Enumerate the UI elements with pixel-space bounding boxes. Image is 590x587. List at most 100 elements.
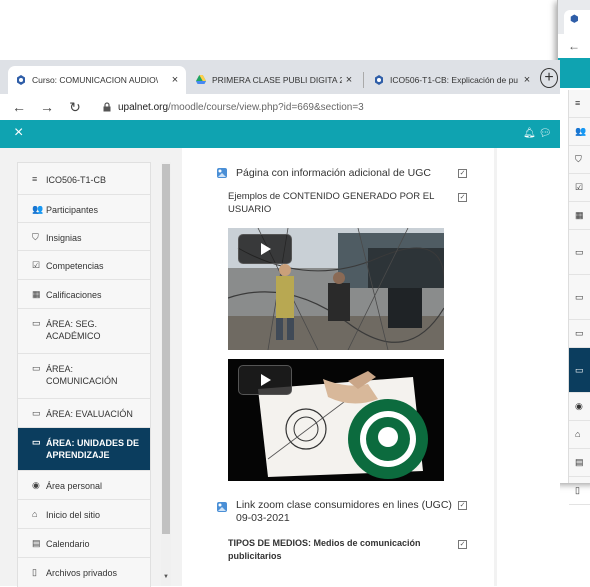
page-resource-icon: [217, 168, 227, 178]
label-title: Ejemplos de CONTENIDO GENERADO POR EL US…: [228, 191, 435, 215]
sidebar-item-calificaciones[interactable]: ▦ Calificaciones: [18, 280, 150, 309]
forward-arrow-icon[interactable]: →: [38, 99, 56, 115]
address-bar: ← → ↻ upalnet.org/moodle/course/view.php…: [0, 94, 560, 120]
sidebar-item-label: Área personal: [46, 481, 103, 491]
folder-icon: ▭: [32, 437, 41, 447]
completion-checkbox[interactable]: ✓: [458, 169, 467, 178]
nav-drawer: ≡ ICO506-T1-CB 👥 Participantes ⛉ Insignias …: [17, 162, 151, 587]
sidebar-item-insignias[interactable]: ⛉ Insignias: [18, 223, 150, 251]
messages-icon[interactable]: 💬︎: [539, 128, 555, 139]
bg-sidebar-icon[interactable]: ⛉: [569, 146, 590, 174]
bg-tab[interactable]: ⬢: [564, 10, 590, 34]
sidebar-item-calendario[interactable]: ▤ Calendario: [18, 529, 150, 558]
sidebar-item-comunicacion[interactable]: ▭ ÁREA: COMUNICACIÓN: [18, 354, 150, 399]
bg-tab-strip: ⬢: [558, 0, 590, 34]
tab-strip: Curso: COMUNICACION AUDIO\ × PRIMERA CLA…: [0, 60, 560, 94]
sidebar-item-label: Insignias: [46, 233, 82, 243]
main-browser-window: Curso: COMUNICACION AUDIO\ × PRIMERA CLA…: [0, 60, 560, 587]
activity-page-info-ugc[interactable]: Página con información adicional de UGC …: [182, 166, 494, 184]
completion-checkbox[interactable]: ✓: [458, 193, 467, 202]
bg-sidebar-icon[interactable]: ☑: [569, 174, 590, 202]
label-tipos-de-medios: TIPOS DE MEDIOS: Medios de comunicación …: [182, 535, 494, 567]
bg-sidebar-icon[interactable]: ▭: [569, 275, 590, 320]
tab-ico506[interactable]: ICO506-T1-CB: Explicación de pu ×: [366, 66, 538, 94]
bg-sidebar-icon[interactable]: ▭: [569, 320, 590, 348]
completion-checkbox[interactable]: ✓: [458, 540, 467, 549]
url-path: /moodle/course/view.php?id=669&section=3: [168, 101, 364, 113]
background-browser-window: ⬢ ← ≡ 👥 ⛉ ☑ ▦ ▭ ▭ ▭ ▭ ◉ ⌂ ▤ ▯: [557, 0, 590, 505]
bg-sidebar-icon[interactable]: ▤: [569, 449, 590, 477]
sidebar-item-seg-academico[interactable]: ▭ ÁREA: SEG. ACADÉMICO: [18, 309, 150, 354]
new-tab-button[interactable]: +: [540, 68, 558, 88]
bg-sidebar-icon[interactable]: ⌂: [569, 421, 590, 449]
play-button[interactable]: [238, 365, 292, 395]
sidebar-item-competencias[interactable]: ☑ Competencias: [18, 251, 150, 280]
notification-bell-icon[interactable]: 🔔︎: [523, 128, 539, 139]
sidebar-item-area-personal[interactable]: ◉ Área personal: [18, 471, 150, 500]
sidebar-item-participantes[interactable]: 👥 Participantes: [18, 195, 150, 223]
sidebar-item-label: Inicio del sitio: [46, 510, 101, 520]
tab-primera-clase[interactable]: PRIMERA CLASE PUBLI DIGITA 2( ×: [188, 66, 360, 94]
sidebar-item-label: ÁREA: EVALUACIÓN: [46, 409, 133, 419]
bg-sidebar-icon[interactable]: ▭: [569, 348, 590, 393]
users-icon: 👥: [32, 204, 44, 214]
completion-checkbox[interactable]: ✓: [458, 501, 467, 510]
close-tab-icon[interactable]: ×: [342, 74, 356, 86]
sidebar-item-label: Calificaciones: [46, 290, 102, 300]
moodle-tab-icon: [375, 75, 383, 85]
sidebar-item-course[interactable]: ≡ ICO506-T1-CB: [18, 163, 150, 195]
sidebar-item-inicio-sitio[interactable]: ⌂ Inicio del sitio: [18, 500, 150, 529]
sidebar-scrollbar-thumb[interactable]: [162, 164, 170, 534]
url-resource-icon: [217, 502, 227, 512]
calendar-icon: ▤: [32, 538, 41, 548]
tab-label: PRIMERA CLASE PUBLI DIGITA 2(: [212, 75, 342, 85]
bg-sidebar-icon[interactable]: ▦: [569, 202, 590, 230]
sidebar-item-label: Competencias: [46, 261, 104, 271]
url-field[interactable]: upalnet.org/moodle/course/view.php?id=66…: [118, 102, 364, 113]
checkbox-icon: ☑: [32, 260, 41, 270]
close-tab-icon[interactable]: ×: [520, 74, 534, 86]
folder-icon: ▭: [32, 408, 41, 418]
google-drive-icon: [196, 75, 206, 84]
moodle-tab-icon: ⬢: [570, 14, 579, 25]
sidebar-item-label: Archivos privados: [46, 568, 118, 578]
close-drawer-icon[interactable]: ×: [14, 124, 23, 142]
moodle-tab-icon: [17, 75, 25, 85]
sidebar-item-label: ICO506-T1-CB: [46, 175, 107, 185]
page-content: ≡ ICO506-T1-CB 👥 Participantes ⛉ Insignias …: [0, 148, 560, 587]
file-icon: ▯: [32, 567, 37, 577]
video-embed-2[interactable]: [228, 359, 444, 481]
bg-sidebar: ≡ 👥 ⛉ ☑ ▦ ▭ ▭ ▭ ▭ ◉ ⌂ ▤ ▯: [568, 90, 590, 505]
folder-icon: ▭: [32, 318, 41, 328]
sidebar-item-label: Calendario: [46, 539, 90, 549]
close-tab-icon[interactable]: ×: [168, 74, 182, 86]
bg-sidebar-icon[interactable]: ≡: [569, 90, 590, 118]
sidebar-item-unidades-aprendizaje[interactable]: ▭ ÁREA: UNIDADES DE APRENDIZAJE: [18, 428, 150, 471]
bg-topbar: [558, 58, 590, 88]
activity-title[interactable]: Página con información adicional de UGC: [236, 167, 431, 180]
tab-label: Curso: COMUNICACION AUDIO\: [32, 75, 159, 85]
activity-title[interactable]: Link zoom clase consumidores en lines (U…: [236, 499, 458, 525]
shield-icon: ⛉: [32, 232, 39, 242]
course-section: Página con información adicional de UGC …: [182, 148, 494, 586]
bg-sidebar-icon[interactable]: ▭: [569, 230, 590, 275]
back-arrow-icon[interactable]: ←: [10, 99, 28, 115]
bg-back-icon[interactable]: ←: [558, 34, 590, 58]
dashboard-icon: ◉: [32, 480, 40, 490]
folder-icon: ▭: [32, 363, 41, 373]
sidebar-item-archivos-privados[interactable]: ▯ Archivos privados: [18, 558, 150, 587]
tab-curso[interactable]: Curso: COMUNICACION AUDIO\ ×: [8, 66, 186, 94]
sidebar-item-evaluacion[interactable]: ▭ ÁREA: EVALUACIÓN: [18, 399, 150, 428]
bg-sidebar-icon[interactable]: ◉: [569, 393, 590, 421]
menu-icon: ≡: [32, 174, 38, 184]
url-domain: upalnet.org: [118, 101, 169, 113]
play-button[interactable]: [238, 234, 292, 264]
scroll-down-arrow-icon[interactable]: ▼: [161, 574, 171, 584]
bg-sidebar-icon[interactable]: 👥: [569, 118, 590, 146]
label-title-bold: TIPOS DE MEDIOS:: [228, 538, 312, 548]
activity-link-zoom[interactable]: Link zoom clase consumidores en lines (U…: [182, 498, 494, 530]
video-embed-1[interactable]: [228, 228, 444, 350]
bg-sidebar-icon[interactable]: ▯: [569, 477, 590, 505]
reload-icon[interactable]: ↻: [66, 99, 84, 116]
lock-icon: [103, 102, 111, 112]
